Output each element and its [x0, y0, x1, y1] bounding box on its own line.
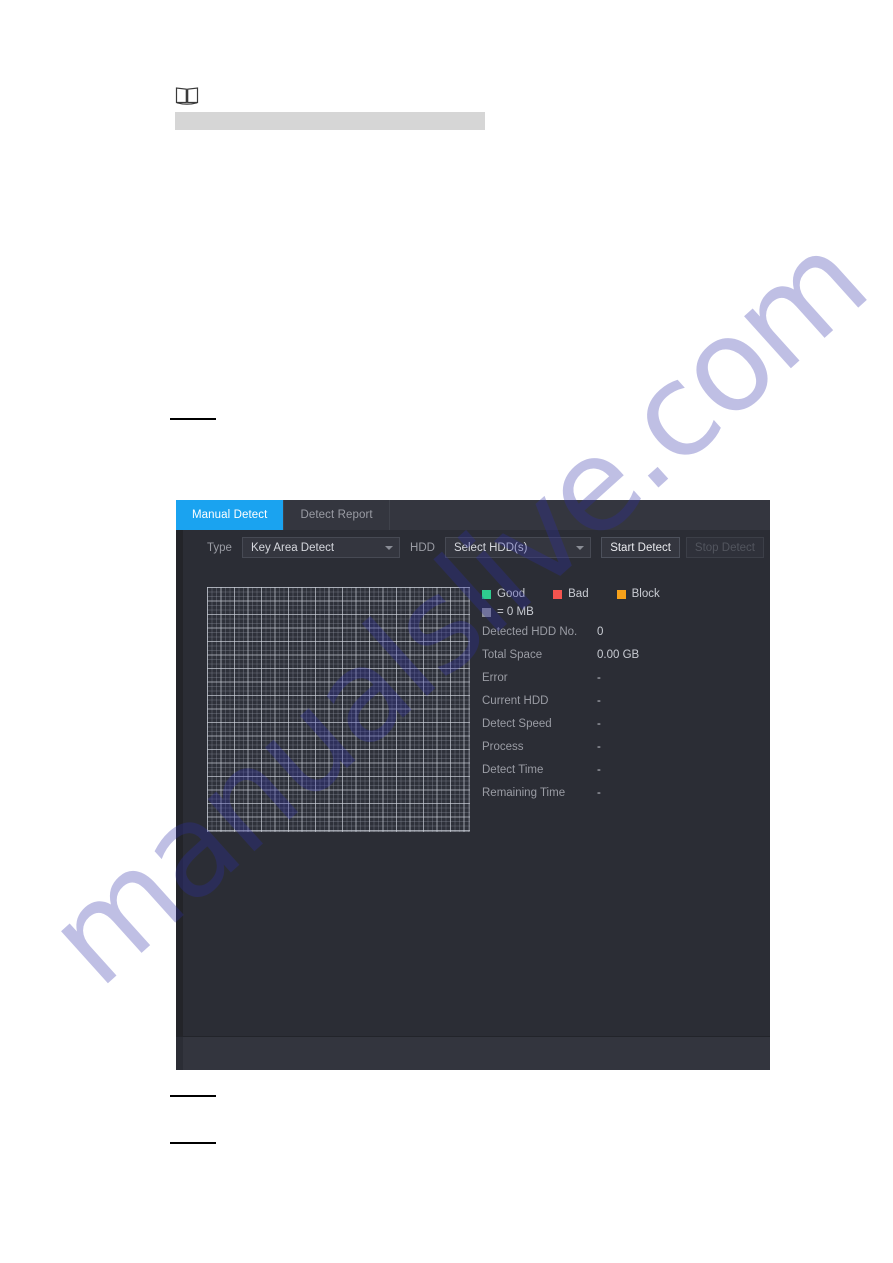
detect-body: Good Bad Block = 0 MB Detected HDD No. 0…: [183, 565, 770, 1036]
rule-lower-1: [170, 1095, 216, 1097]
hdd-select-value: Select HDD(s): [453, 541, 528, 554]
detect-stats: Detected HDD No. 0 Total Space 0.00 GB E…: [482, 620, 762, 804]
stat-key: Remaining Time: [482, 786, 566, 799]
hdd-label: HDD: [410, 541, 435, 554]
stat-value: -: [597, 694, 601, 707]
legend-block-swatch: [616, 589, 626, 599]
footer-rail: [176, 1037, 183, 1070]
stop-detect-button: Stop Detect: [685, 537, 764, 558]
stat-key: Detected HDD No.: [482, 625, 578, 638]
note-icon-block: [175, 86, 199, 105]
tab-detect-report[interactable]: Detect Report: [284, 500, 390, 530]
stat-row: Detect Speed -: [482, 712, 762, 735]
stat-key: Process: [482, 740, 524, 753]
stat-row: Process -: [482, 735, 762, 758]
stat-row: Current HDD -: [482, 689, 762, 712]
rule-upper: [170, 418, 216, 420]
stat-key: Current HDD: [482, 694, 549, 707]
hdd-sector-grid[interactable]: [207, 587, 470, 832]
legend-row-unit: = 0 MB: [482, 605, 742, 619]
tab-detect-report-label: Detect Report: [300, 509, 373, 521]
stat-value: -: [597, 763, 601, 776]
open-book-icon: [175, 87, 199, 105]
legend-bad: Bad: [553, 588, 589, 600]
window-footer: [176, 1036, 770, 1070]
stat-key: Total Space: [482, 648, 543, 661]
left-rail: [176, 530, 183, 1070]
legend-unit-label: = 0 MB: [497, 606, 534, 618]
stat-key: Detect Speed: [482, 717, 552, 730]
hdd-select[interactable]: Select HDD(s): [444, 537, 592, 558]
legend-unit-swatch: [482, 607, 491, 617]
legend-good-swatch: [482, 589, 491, 599]
tab-manual-detect-label: Manual Detect: [192, 509, 268, 521]
stat-value: 0.00 GB: [597, 648, 640, 661]
type-select[interactable]: Key Area Detect: [241, 537, 401, 558]
start-detect-button[interactable]: Start Detect: [601, 537, 680, 558]
type-label: Type: [207, 541, 232, 554]
legend-bad-label: Bad: [568, 588, 589, 600]
legend-bad-swatch: [553, 589, 563, 599]
rule-lower-2: [170, 1142, 216, 1144]
redacted-text-bar: [175, 112, 485, 130]
chevron-down-icon: [576, 545, 585, 550]
legend-block-label: Block: [631, 588, 660, 600]
stat-row: Remaining Time -: [482, 781, 762, 804]
hdd-detect-window: Manual Detect Detect Report Type Key Are…: [176, 500, 770, 1070]
stat-value: -: [597, 671, 601, 684]
legend-unit: = 0 MB: [482, 606, 534, 618]
stat-row: Total Space 0.00 GB: [482, 643, 762, 666]
legend-block: Block: [616, 588, 660, 600]
legend-good-label: Good: [497, 588, 526, 600]
stat-row: Detect Time -: [482, 758, 762, 781]
stop-detect-label: Stop Detect: [694, 541, 755, 554]
type-select-value: Key Area Detect: [250, 541, 335, 554]
legend-row-status: Good Bad Block: [482, 587, 742, 601]
chevron-down-icon: [385, 545, 394, 550]
stat-key: Detect Time: [482, 763, 544, 776]
stat-row: Error -: [482, 666, 762, 689]
legend: Good Bad Block = 0 MB: [482, 587, 742, 623]
legend-good: Good: [482, 588, 525, 600]
toolbar: Type Key Area Detect HDD Select HDD(s) S…: [183, 530, 770, 565]
stat-key: Error: [482, 671, 508, 684]
tab-bar: Manual Detect Detect Report: [176, 500, 770, 530]
stat-value: -: [597, 786, 601, 799]
stat-value: -: [597, 717, 601, 730]
stat-value: -: [597, 740, 601, 753]
stat-row: Detected HDD No. 0: [482, 620, 762, 643]
stat-value: 0: [597, 625, 604, 638]
start-detect-label: Start Detect: [610, 541, 671, 554]
tab-manual-detect[interactable]: Manual Detect: [176, 500, 285, 530]
